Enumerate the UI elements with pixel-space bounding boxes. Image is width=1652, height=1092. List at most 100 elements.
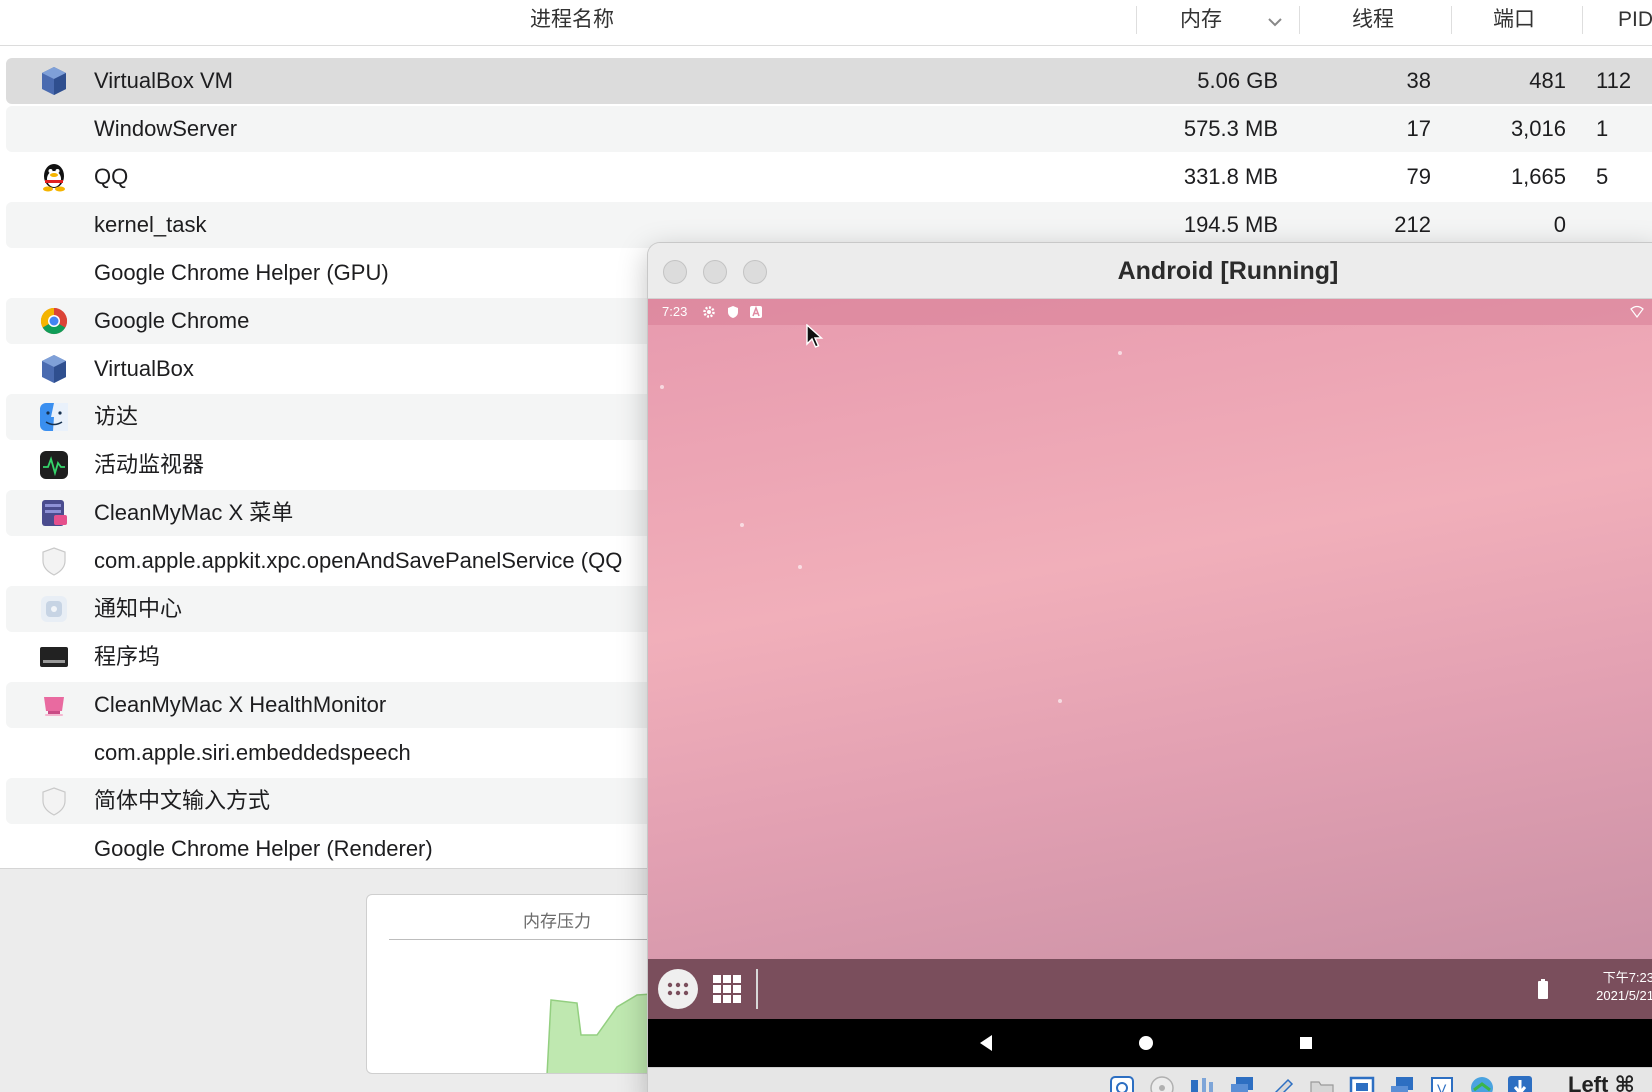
memory-value: 194.5 MB bbox=[1183, 212, 1278, 237]
process-name: 通知中心 bbox=[94, 596, 183, 621]
minimize-button[interactable] bbox=[703, 260, 727, 284]
chevron-down-icon[interactable] bbox=[1265, 12, 1285, 32]
optical-disc-icon[interactable] bbox=[1148, 1074, 1176, 1092]
shield-icon bbox=[728, 306, 738, 318]
column-header-ports[interactable]: 端口 bbox=[1493, 0, 1535, 46]
taskbar-date: 2021/5/21 bbox=[1596, 988, 1652, 1003]
ports-value: 0 bbox=[1553, 212, 1566, 237]
cleanmymac-healthmonitor-icon bbox=[44, 697, 64, 716]
dock-icon bbox=[40, 647, 68, 667]
battery-icon bbox=[1538, 979, 1548, 999]
process-name: com.apple.siri.embeddedspeech bbox=[94, 740, 411, 765]
pid-value: 5 bbox=[1596, 164, 1609, 189]
column-separator bbox=[1299, 6, 1300, 34]
recents-icon[interactable] bbox=[1292, 1029, 1320, 1057]
network-icon[interactable] bbox=[1228, 1074, 1256, 1092]
android-taskbar: 下午7:23 2021/5/21 bbox=[648, 959, 1652, 1019]
display-icon[interactable] bbox=[1348, 1074, 1376, 1092]
table-row[interactable]: VirtualBox VM 5.06 GB 38 481 112 bbox=[6, 58, 1652, 104]
app-drawer-button[interactable] bbox=[658, 969, 698, 1009]
process-name: Google Chrome bbox=[94, 308, 250, 333]
column-header-memory[interactable]: 内存 bbox=[1180, 0, 1222, 46]
threads-value: 38 bbox=[1406, 68, 1431, 93]
taskbar-time: 下午7:23 bbox=[1602, 970, 1652, 985]
virtualbox-icon bbox=[42, 355, 66, 383]
audio-icon[interactable] bbox=[1188, 1074, 1216, 1092]
threads-value: 17 bbox=[1406, 116, 1431, 141]
video-capture-icon[interactable] bbox=[1388, 1074, 1416, 1092]
android-navigation-bar bbox=[648, 1019, 1652, 1067]
memory-pressure-title: 内存压力 bbox=[523, 912, 591, 931]
mouse-cursor-icon bbox=[806, 324, 824, 348]
android-status-bar: 7:23 bbox=[648, 299, 1652, 325]
memory-value: 5.06 GB bbox=[1197, 68, 1278, 93]
process-name: 简体中文输入方式 bbox=[94, 788, 271, 813]
taskbar-clock[interactable]: 下午7:23 2021/5/21 bbox=[1554, 969, 1652, 1005]
status-time: 7:23 bbox=[662, 304, 688, 319]
wallpaper-sparkle bbox=[798, 565, 802, 569]
ports-value: 3,016 bbox=[1510, 116, 1566, 141]
column-header-threads[interactable]: 线程 bbox=[1352, 0, 1394, 46]
svg-text:V: V bbox=[1437, 1081, 1447, 1092]
app-grid-icon[interactable] bbox=[712, 974, 742, 1004]
pid-value: 1 bbox=[1596, 116, 1609, 141]
ports-value: 481 bbox=[1529, 68, 1566, 93]
guest-additions-icon[interactable] bbox=[1468, 1074, 1496, 1092]
process-name: com.apple.appkit.xpc.openAndSavePanelSer… bbox=[94, 548, 623, 573]
column-header-bar: 进程名称 内存 线程 端口 PID bbox=[0, 0, 1652, 46]
threads-value: 79 bbox=[1406, 164, 1431, 189]
wallpaper-sparkle bbox=[660, 385, 664, 389]
process-name: kernel_task bbox=[94, 212, 207, 237]
table-row[interactable]: QQ 331.8 MB 79 1,665 5 bbox=[6, 154, 1652, 200]
home-icon[interactable] bbox=[1132, 1029, 1160, 1057]
memory-value: 575.3 MB bbox=[1183, 116, 1278, 141]
wifi-icon bbox=[1630, 305, 1644, 318]
process-name: CleanMyMac X HealthMonitor bbox=[94, 692, 387, 717]
column-separator bbox=[1451, 6, 1452, 34]
virtualbox-icon bbox=[42, 67, 66, 95]
hard-disk-icon[interactable] bbox=[1108, 1074, 1136, 1092]
process-name: QQ bbox=[94, 164, 129, 189]
table-row[interactable]: WindowServer 575.3 MB 17 3,016 1 bbox=[6, 106, 1652, 152]
mouse-integration-icon[interactable] bbox=[1506, 1074, 1534, 1092]
wallpaper-sparkle bbox=[1118, 351, 1122, 355]
cleanmymac-menu-icon bbox=[42, 500, 67, 526]
android-screen[interactable]: 7:23 下午7:23 2021/5/21 bbox=[648, 299, 1652, 1019]
process-name: VirtualBox bbox=[94, 356, 194, 381]
notification-a-icon bbox=[750, 305, 762, 318]
pid-value: 112 bbox=[1596, 68, 1632, 93]
memory-value: 331.8 MB bbox=[1183, 164, 1278, 189]
window-title: Android [Running] bbox=[1117, 257, 1339, 285]
usb-icon[interactable] bbox=[1268, 1074, 1296, 1092]
column-header-pid[interactable]: PID bbox=[1618, 0, 1652, 46]
vm-status-bar: V Left ⌘ bbox=[648, 1067, 1652, 1092]
table-row[interactable]: kernel_task 194.5 MB 212 0 bbox=[6, 202, 1652, 248]
zoom-button[interactable] bbox=[743, 260, 767, 284]
settings-gear-icon bbox=[703, 306, 715, 318]
memory-pressure-graph bbox=[546, 992, 665, 1073]
shared-folder-icon[interactable] bbox=[1308, 1074, 1336, 1092]
back-icon[interactable] bbox=[972, 1029, 1000, 1057]
window-titlebar[interactable]: Android [Running] bbox=[648, 243, 1652, 299]
process-name: VirtualBox VM bbox=[94, 68, 233, 93]
close-button[interactable] bbox=[663, 260, 687, 284]
dots-grid-icon bbox=[667, 982, 689, 996]
process-name: WindowServer bbox=[94, 116, 238, 141]
process-name: 访达 bbox=[94, 404, 139, 429]
qq-penguin-icon bbox=[43, 164, 65, 192]
divider bbox=[389, 939, 665, 940]
finder-icon bbox=[40, 403, 68, 431]
chrome-icon bbox=[40, 307, 68, 335]
column-separator bbox=[1582, 6, 1583, 34]
shield-icon bbox=[42, 547, 66, 576]
cpu-activity-icon[interactable]: V bbox=[1428, 1074, 1456, 1092]
wallpaper-sparkle bbox=[1058, 699, 1062, 703]
process-name: Google Chrome Helper (GPU) bbox=[94, 260, 389, 285]
divider bbox=[756, 969, 758, 1009]
column-header-process-name[interactable]: 进程名称 bbox=[530, 0, 614, 46]
process-name: Google Chrome Helper (Renderer) bbox=[94, 836, 433, 861]
virtualbox-vm-window[interactable]: Android [Running] 7:23 下午7:23 2021/5/21 … bbox=[648, 243, 1652, 1092]
wallpaper-sparkle bbox=[740, 523, 744, 527]
process-name: 程序坞 bbox=[94, 644, 161, 669]
host-key-label: Left ⌘ bbox=[1568, 1072, 1635, 1092]
